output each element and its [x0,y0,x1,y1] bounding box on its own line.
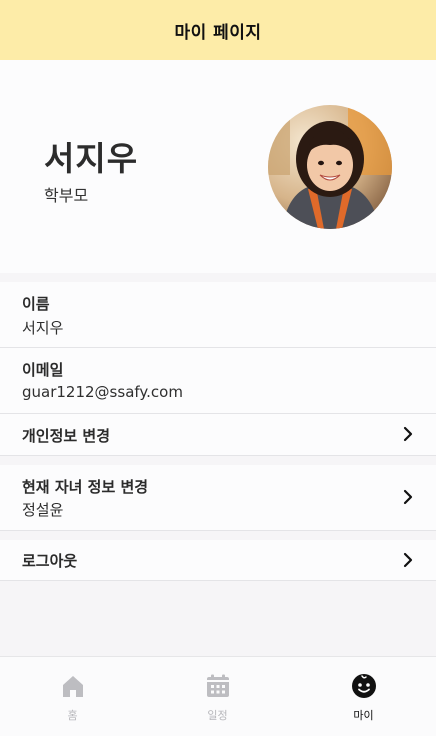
info-row-email: 이메일 guar1212@ssafy.com [0,348,436,414]
tab-my[interactable]: 마이 [291,657,436,736]
calendar-icon [206,674,229,697]
tab-home[interactable]: 홈 [0,657,145,736]
current-child-name: 정설윤 [22,501,64,519]
bottom-tab-bar: 홈 일정 마이 [0,656,436,736]
chevron-right-icon [403,489,413,505]
tab-my-label: 마이 [353,709,374,722]
name-label: 이름 [22,295,50,313]
chevron-right-icon [403,426,413,442]
tab-schedule-label: 일정 [207,709,228,722]
child-info-change-item[interactable]: 현재 자녀 정보 변경 정설윤 [0,465,436,531]
face-icon [351,674,376,698]
home-icon [62,676,83,697]
privacy-change-label: 개인정보 변경 [22,427,111,445]
page-title: 마이 페이지 [174,22,262,43]
tab-home-label: 홈 [67,709,78,722]
name-value: 서지우 [22,319,64,337]
logout-item[interactable]: 로그아웃 [0,540,436,581]
profile-role: 학부모 [44,186,89,205]
child-info-change-label: 현재 자녀 정보 변경 [22,478,149,496]
profile-section: 서지우 학부모 [0,60,436,273]
profile-name: 서지우 [44,139,139,178]
chevron-right-icon [403,552,413,568]
privacy-change-item[interactable]: 개인정보 변경 [0,414,436,456]
email-label: 이메일 [22,361,64,379]
email-value: guar1212@ssafy.com [22,383,183,401]
tab-schedule[interactable]: 일정 [145,657,290,736]
info-row-name: 이름 서지우 [0,282,436,348]
logout-label: 로그아웃 [22,552,78,570]
app-header: 마이 페이지 [0,0,436,60]
avatar [268,105,392,229]
